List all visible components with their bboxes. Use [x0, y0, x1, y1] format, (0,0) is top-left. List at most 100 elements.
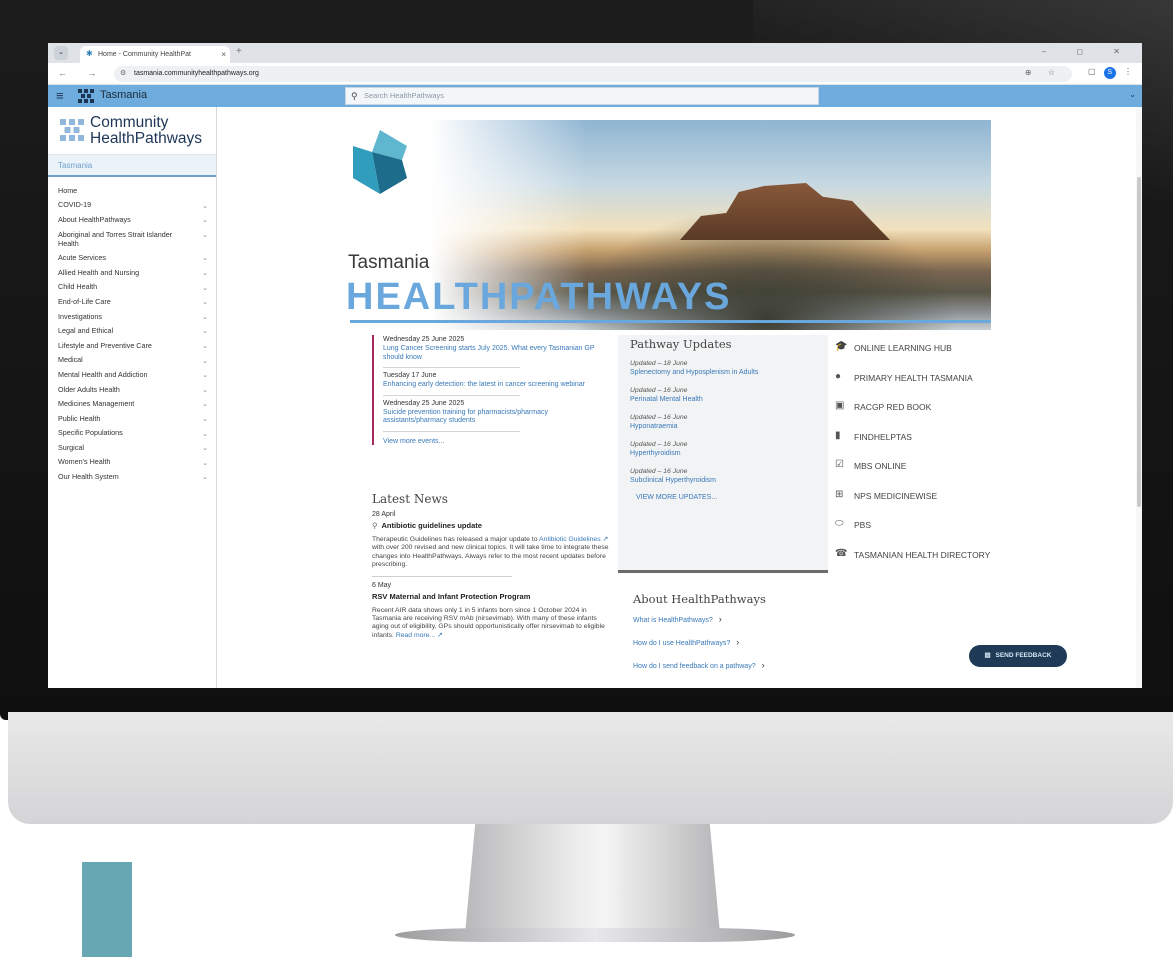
event-link[interactable]: Lung Cancer Screening starts July 2025. … — [383, 345, 609, 362]
tab-close-icon[interactable]: × — [221, 46, 226, 63]
sidebar-item[interactable]: Acute Services ⌄ — [48, 250, 216, 265]
sidebar-item[interactable]: Aboriginal and Torres Strait Islander He… — [48, 227, 216, 251]
decorative-teal-block — [82, 862, 132, 957]
url-field[interactable]: ⚙ tasmania.communityhealthpathways.org — [114, 66, 1072, 82]
event-date: Tuesday 17 June — [383, 372, 437, 379]
news-date: 28 April — [372, 511, 396, 518]
view-more-events-link[interactable]: View more events... — [383, 432, 612, 445]
quick-link[interactable]: ⊞ NPS MEDICINEWISE — [833, 488, 1073, 521]
scrollbar-thumb[interactable] — [1137, 177, 1141, 507]
chevron-down-icon[interactable]: ⌄ — [202, 313, 208, 322]
chevron-down-icon[interactable]: ⌄ — [202, 269, 208, 278]
sidebar-item[interactable]: Legal and Ethical ⌄ — [48, 323, 216, 338]
sidebar-item[interactable]: Our Health System ⌄ — [48, 469, 216, 484]
event-item: Wednesday 25 June 2025 Suicide prevention… — [383, 396, 548, 432]
chevron-down-icon[interactable]: ⌄ — [202, 459, 208, 468]
window-controls[interactable]: – ◻ ✕ — [1042, 47, 1134, 56]
news-title: ⚲ Antibiotic guidelines update — [372, 521, 610, 530]
site-favicon-icon: ✱ — [86, 49, 93, 58]
news-external-link[interactable]: Read more... ↗ — [396, 632, 443, 639]
chevron-down-icon[interactable]: ⌄ — [202, 400, 208, 409]
sidebar-item[interactable]: Specific Populations ⌄ — [48, 426, 216, 441]
browser-menu-icon[interactable]: ⋮ — [1124, 67, 1132, 76]
update-link[interactable]: Hyperthyroidism — [630, 449, 816, 458]
sidebar-item[interactable]: Child Health ⌄ — [48, 280, 216, 295]
sidebar-item[interactable]: Older Adults Health ⌄ — [48, 382, 216, 397]
sidebar-item[interactable]: COVID-19 ⌄ — [48, 198, 216, 213]
update-link[interactable]: Perinatal Mental Health — [630, 395, 816, 404]
sidebar-item[interactable]: Women's Health ⌄ — [48, 455, 216, 470]
menu-icon[interactable]: ≡ — [56, 88, 64, 103]
latest-news: Latest News 28 April ⚲ Antibiotic guidelin… — [372, 492, 610, 640]
chevron-down-icon[interactable]: ⌄ — [202, 415, 208, 424]
community-healthpathways-logo-icon — [60, 119, 84, 141]
event-link[interactable]: Enhancing early detection: the latest in… — [383, 381, 609, 390]
chevron-down-icon[interactable]: ⌄ — [202, 231, 208, 240]
update-link[interactable]: Hyponatraemia — [630, 422, 816, 431]
update-item: Updated – 16 June Subclinical Hyperthyroi… — [630, 467, 816, 485]
view-more-updates-link[interactable]: VIEW MORE UPDATES... — [630, 494, 816, 501]
chevron-down-icon[interactable]: ⌄ — [202, 386, 208, 395]
monitor-stand — [465, 824, 720, 934]
quick-link[interactable]: ▮ FINDHELPTAS — [833, 430, 1073, 462]
sidebar-item[interactable]: Surgical ⌄ — [48, 440, 216, 455]
chevron-down-icon[interactable]: ⌄ — [202, 284, 208, 293]
sidebar-item[interactable]: Public Health ⌄ — [48, 411, 216, 426]
omnibox-actions[interactable]: ⊕ ☆ — [1025, 68, 1062, 77]
sidebar-region[interactable]: Tasmania — [48, 155, 216, 177]
site-info-icon[interactable]: ⚙ — [120, 66, 126, 82]
chevron-down-icon[interactable]: ⌄ — [202, 430, 208, 439]
sidebar-item-label: Acute Services — [58, 253, 106, 263]
quick-link-label: PBS — [854, 520, 872, 530]
sidebar-item[interactable]: Investigations ⌄ — [48, 309, 216, 324]
sidebar-item[interactable]: Home — [48, 183, 216, 198]
sidebar-item[interactable]: Medical ⌄ — [48, 353, 216, 368]
chevron-down-icon[interactable]: ⌄ — [1129, 90, 1136, 99]
quick-link[interactable]: 🎓 ONLINE LEARNING HUB — [833, 342, 1073, 373]
chevron-down-icon[interactable]: ⌄ — [202, 216, 208, 225]
send-feedback-button[interactable]: ▤ SEND FEEDBACK — [969, 645, 1067, 667]
update-link[interactable]: Splenectomy and Hyposplenism in Adults — [630, 368, 816, 377]
quick-link[interactable]: ☎ TASMANIAN HEALTH DIRECTORY — [833, 547, 1073, 580]
chevron-down-icon[interactable]: ⌄ — [202, 342, 208, 351]
chevron-down-icon[interactable]: ⌄ — [202, 298, 208, 307]
sidebar-brand[interactable]: Community HealthPathways — [48, 107, 216, 155]
chevron-down-icon[interactable]: ⌄ — [202, 371, 208, 380]
sidebar-item[interactable]: Lifestyle and Preventive Care ⌄ — [48, 338, 216, 353]
chevron-down-icon[interactable]: ⌄ — [202, 202, 208, 211]
monitor-stand-base — [395, 928, 795, 942]
quick-link[interactable]: ▣ RACGP RED BOOK — [833, 401, 1073, 432]
tab-list-button[interactable]: ⌄ — [54, 46, 68, 60]
chevron-down-icon[interactable]: ⌄ — [202, 327, 208, 336]
event-link[interactable]: Suicide prevention training for pharmaci… — [383, 409, 609, 426]
extensions-icon[interactable]: ▢ — [1088, 67, 1096, 76]
sidebar-item[interactable]: End-of-Life Care ⌄ — [48, 294, 216, 309]
update-link[interactable]: Subclinical Hyperthyroidism — [630, 476, 816, 485]
search-input[interactable]: ⚲ Search HealthPathways — [345, 87, 819, 105]
header-region-title[interactable]: Tasmania — [100, 89, 147, 101]
quick-link[interactable]: ☑ MBS ONLINE — [833, 460, 1073, 491]
about-link[interactable]: How do I send feedback on a pathway? › — [633, 660, 843, 670]
sidebar-item[interactable]: Allied Health and Nursing ⌄ — [48, 265, 216, 280]
about-link[interactable]: What is HealthPathways? › — [633, 614, 843, 624]
new-tab-button[interactable]: + — [236, 46, 242, 57]
about-link[interactable]: How do I use HealthPathways? › — [633, 637, 843, 647]
quick-link[interactable]: ⬭ PBS — [833, 519, 1073, 550]
chevron-down-icon[interactable]: ⌄ — [202, 473, 208, 482]
sidebar-item[interactable]: About HealthPathways ⌄ — [48, 212, 216, 227]
profile-avatar[interactable]: S — [1103, 67, 1116, 79]
event-date: Wednesday 25 June 2025 — [383, 336, 465, 343]
medicine-box-icon: ⊞ — [835, 488, 844, 500]
sidebar: Community HealthPathways Tasmania Home CO… — [48, 107, 217, 688]
browser-tab[interactable]: ✱ Home - Community HealthPat × — [80, 46, 230, 63]
sidebar-item[interactable]: Mental Health and Addiction ⌄ — [48, 367, 216, 382]
chevron-down-icon[interactable]: ⌄ — [202, 444, 208, 453]
quick-link[interactable]: ● PRIMARY HEALTH TASMANIA — [833, 371, 1073, 403]
phone-directory-icon: ☎ — [835, 547, 848, 559]
news-external-link[interactable]: Antibiotic Guidelines ↗ — [539, 536, 608, 543]
quick-link-label: FINDHELPTAS — [854, 431, 912, 442]
chevron-down-icon[interactable]: ⌄ — [202, 357, 208, 366]
chevron-down-icon[interactable]: ⌄ — [202, 254, 208, 263]
sidebar-item[interactable]: Medicines Management ⌄ — [48, 396, 216, 411]
scrollbar[interactable] — [1136, 107, 1142, 688]
